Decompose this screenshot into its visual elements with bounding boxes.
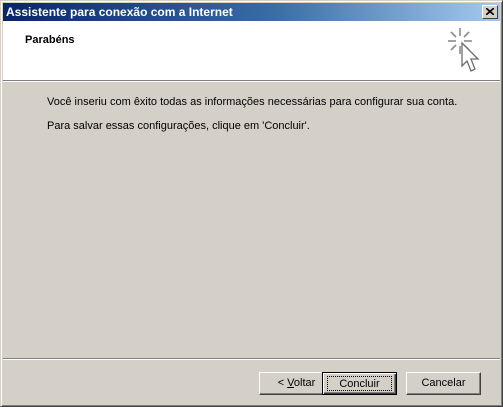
cancel-button-label: Cancelar — [421, 377, 466, 389]
close-button[interactable] — [482, 5, 498, 19]
back-button-mnemonic: V — [287, 377, 294, 389]
back-button-arrow: < — [277, 377, 288, 389]
page-title: Parabéns — [25, 34, 75, 46]
footer-separator — [3, 358, 500, 360]
finish-button[interactable]: Concluir — [322, 372, 397, 395]
wizard-cursor-sparkle-icon — [448, 28, 480, 72]
finish-button-focus: Concluir — [327, 376, 392, 391]
back-button-label: oltar — [293, 377, 316, 389]
window-title: Assistente para conexão com a Internet — [6, 5, 233, 19]
wizard-header: Parabéns — [3, 21, 500, 80]
wizard-window: Assistente para conexão com a Internet P… — [0, 0, 503, 407]
cancel-button[interactable]: Cancelar — [406, 372, 481, 395]
title-bar[interactable]: Assistente para conexão com a Internet — [3, 3, 500, 21]
header-separator — [3, 80, 500, 82]
instruction-message: Para salvar essas configurações, clique … — [47, 120, 310, 132]
close-icon — [486, 8, 494, 15]
finish-button-label: Concluir — [339, 378, 380, 390]
success-message: Você inseriu com êxito todas as informaç… — [47, 96, 458, 108]
